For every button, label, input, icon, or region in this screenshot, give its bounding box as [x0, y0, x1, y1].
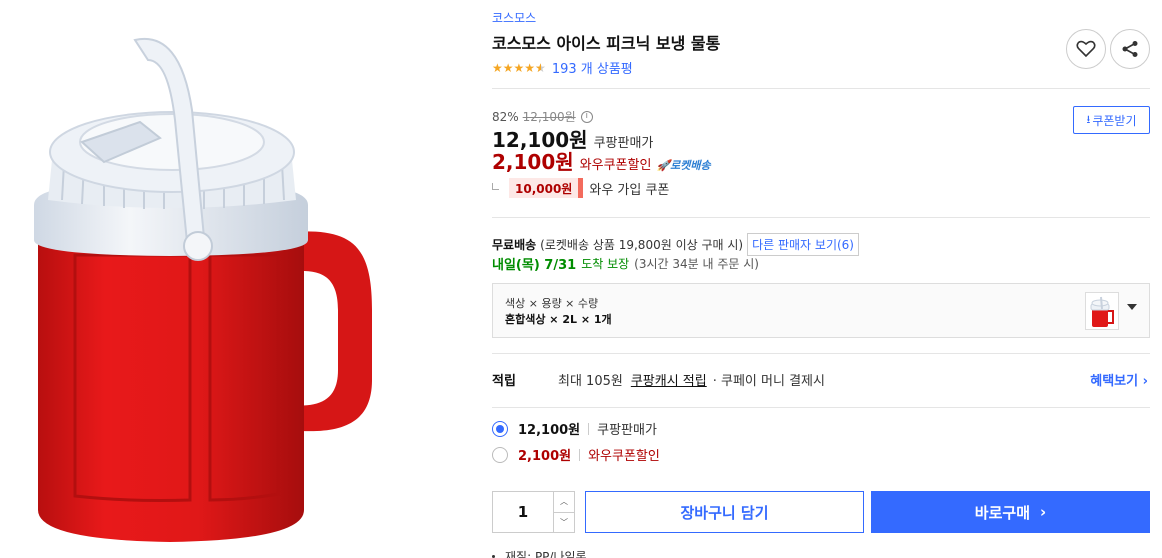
- coupang-cash-link[interactable]: 쿠팡캐시 적립: [631, 370, 707, 389]
- points-label: 적립: [492, 374, 516, 389]
- share-icon: [1122, 41, 1138, 57]
- wishlist-button[interactable]: [1066, 29, 1106, 69]
- free-shipping-label: 무료배송: [492, 238, 537, 252]
- quantity-input[interactable]: [493, 492, 553, 532]
- price-option-price: 2,100원: [518, 449, 572, 464]
- wow-coupon-amount: 10,000원: [509, 178, 584, 198]
- wow-coupon-label: 와우 가입 쿠폰: [589, 182, 670, 198]
- arrival-guarantee: 도착 보장: [581, 257, 630, 271]
- coupon-download-button[interactable]: ⭳ 쿠폰받기: [1073, 106, 1150, 134]
- option-labels: 색상 × 용량 × 수량: [505, 297, 599, 310]
- star-rating: ★ ★ ★ ★ ★: [492, 61, 546, 75]
- half-star-icon: ★: [535, 61, 546, 75]
- coupon-price-row: 2,100원 와우쿠폰할인 🚀로켓배송: [492, 146, 711, 175]
- discount-row: 82% 12,100원 i: [492, 108, 593, 125]
- chevron-down-icon: [1127, 304, 1137, 310]
- brand-link[interactable]: 코스모스: [492, 9, 536, 26]
- chevron-up-icon[interactable]: ︿: [554, 492, 574, 512]
- star-icon: ★: [513, 60, 525, 75]
- cooler-jug-image: [34, 37, 372, 542]
- spec-row: 재질: PP/나일론: [492, 548, 587, 558]
- buy-now-label: 바로구매: [974, 503, 1030, 522]
- star-icon: ★: [492, 60, 503, 75]
- rocket-label: 로켓배송: [670, 159, 711, 172]
- shipping-row: 무료배송 (로켓배송 상품 19,800원 이상 구매 시) 다른 판매자 보기…: [492, 233, 859, 256]
- download-icon: ⭳: [1086, 112, 1091, 126]
- price-option-coupon[interactable]: 2,100원 와우쿠폰할인: [492, 445, 660, 464]
- arrival-date: 내일(목) 7/31: [492, 258, 577, 273]
- rating-row[interactable]: ★ ★ ★ ★ ★ 193 개 상품평: [492, 58, 633, 78]
- quantity-steps: ︿ ﹀: [553, 492, 574, 532]
- price-option-price: 12,100원: [518, 423, 581, 438]
- other-sellers-button[interactable]: 다른 판매자 보기(6): [747, 233, 859, 256]
- separator: [579, 448, 581, 461]
- divider: [492, 88, 1150, 89]
- radio-button-selected[interactable]: [492, 420, 508, 437]
- price-option-sale[interactable]: 12,100원 쿠팡판매가: [492, 419, 657, 438]
- price-option-label: 쿠팡판매가: [597, 423, 657, 438]
- add-to-cart-button[interactable]: 장바구니 담기: [585, 491, 864, 533]
- benefit-link[interactable]: 혜택보기 ›: [1090, 370, 1148, 389]
- coupon-price-label: 와우쿠폰할인: [579, 158, 652, 173]
- separator: [588, 422, 590, 435]
- discount-rate: 82%: [492, 109, 519, 124]
- coupon-download-label: 쿠폰받기: [1092, 113, 1137, 128]
- star-icon: ★: [502, 60, 514, 75]
- spec-text: 재질: PP/나일론: [505, 550, 587, 558]
- option-selector[interactable]: 색상 × 용량 × 수량 혼합색상 × 2L × 1개: [492, 283, 1150, 338]
- rocket-delivery-badge: 🚀로켓배송: [656, 159, 711, 172]
- share-button[interactable]: [1110, 29, 1150, 69]
- divider: [492, 353, 1150, 354]
- radio-button[interactable]: [492, 446, 508, 463]
- product-title: 코스모스 아이스 피크닉 보냉 물통: [492, 34, 721, 53]
- product-info-panel: 코스모스 코스모스 아이스 피크닉 보냉 물통 ★ ★ ★ ★ ★ 193 개 …: [492, 0, 1152, 558]
- points-max: 최대 105원: [558, 374, 623, 389]
- chevron-down-icon[interactable]: ﹀: [554, 511, 574, 533]
- cooler-thumbnail-image: [1090, 296, 1114, 327]
- option-thumbnail: [1085, 292, 1119, 330]
- tree-corner-icon: [492, 182, 499, 190]
- heart-icon: [1076, 40, 1096, 58]
- buy-now-button[interactable]: 바로구매 ›: [871, 491, 1150, 533]
- arrival-row: 내일(목) 7/31 도착 보장 (3시간 34분 내 주문 시): [492, 254, 759, 273]
- review-count-link[interactable]: 193 개 상품평: [552, 58, 633, 77]
- quantity-stepper[interactable]: ︿ ﹀: [492, 491, 575, 533]
- arrival-deadline: (3시간 34분 내 주문 시): [634, 257, 759, 271]
- option-values: 혼합색상 × 2L × 1개: [505, 313, 612, 326]
- original-price: 12,100원: [522, 110, 576, 124]
- shipping-condition: (로켓배송 상품 19,800원 이상 구매 시): [540, 238, 744, 252]
- divider: [492, 407, 1150, 408]
- product-image: [20, 10, 420, 558]
- points-tail: · 쿠페이 머니 결제시: [712, 374, 825, 389]
- star-icon: ★: [524, 60, 536, 75]
- info-icon[interactable]: i: [580, 110, 593, 123]
- wow-coupon-row: 10,000원 와우 가입 쿠폰: [492, 178, 669, 198]
- points-row: 적립 최대 105원 쿠팡캐시 적립 · 쿠페이 머니 결제시 혜택보기 ›: [492, 370, 1150, 389]
- coupon-price: 2,100원: [492, 150, 574, 174]
- divider: [492, 217, 1150, 218]
- chevron-right-icon: ›: [1040, 503, 1047, 521]
- price-option-label: 와우쿠폰할인: [588, 449, 660, 464]
